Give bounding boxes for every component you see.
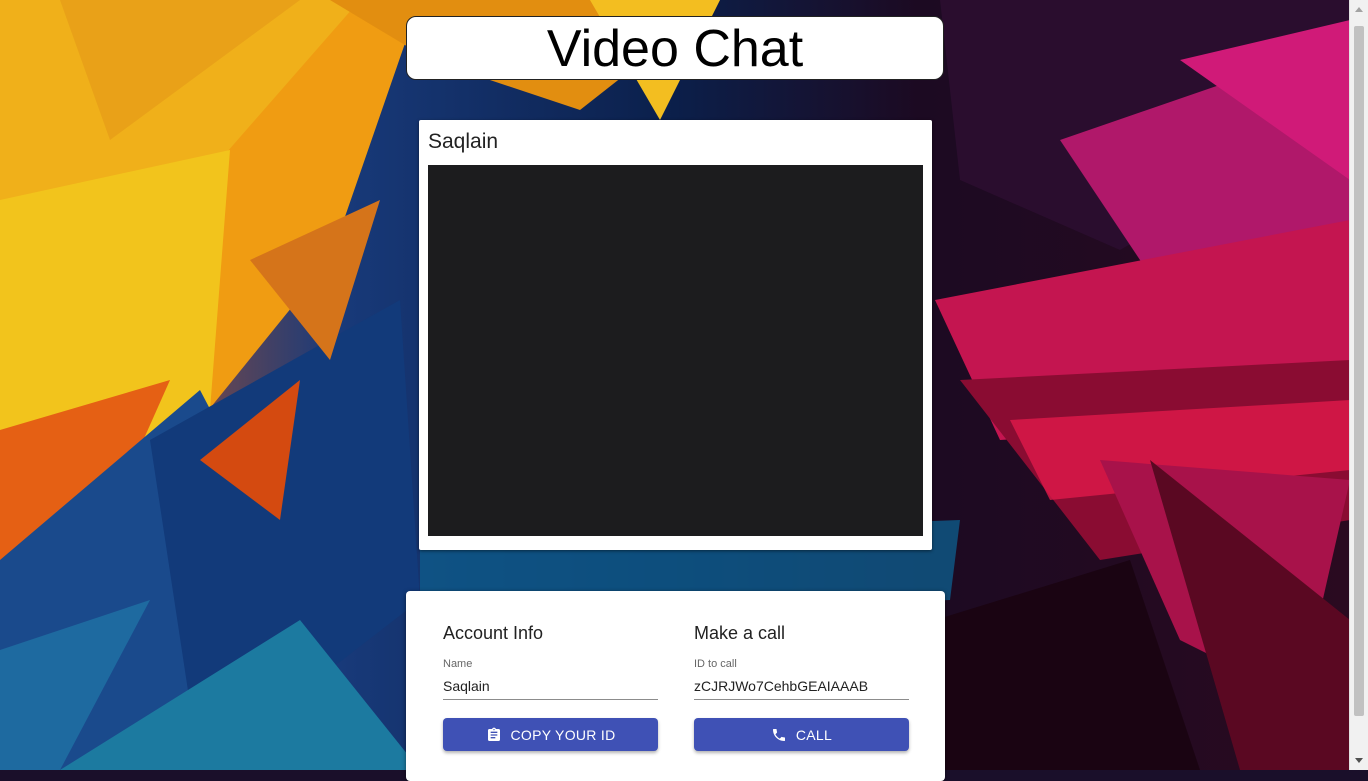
page-title: Video Chat	[546, 20, 804, 78]
name-label: Name	[443, 658, 473, 670]
account-info-section: Account Info Name COPY YOUR ID	[443, 621, 658, 751]
video-card: Saqlain	[419, 120, 932, 550]
scroll-thumb[interactable]	[1354, 26, 1364, 716]
scroll-up-arrow-icon[interactable]	[1355, 7, 1363, 12]
name-input[interactable]	[443, 674, 658, 700]
clipboard-icon	[487, 727, 500, 741]
call-button-label: CALL	[795, 726, 833, 743]
make-call-heading: Make a call	[694, 623, 786, 643]
phone-icon	[772, 728, 785, 741]
id-to-call-input[interactable]	[694, 674, 909, 700]
options-panel: Account Info Name COPY YOUR ID Make a ca…	[406, 591, 945, 781]
copy-id-button[interactable]: COPY YOUR ID	[443, 718, 658, 751]
caller-name: Saqlain	[428, 130, 499, 153]
scroll-down-arrow-icon[interactable]	[1355, 758, 1363, 763]
title-banner: Video Chat	[406, 16, 944, 80]
make-call-section: Make a call ID to call CALL	[694, 621, 909, 751]
video-stream	[428, 165, 923, 536]
copy-id-button-label: COPY YOUR ID	[510, 726, 616, 743]
vertical-scrollbar[interactable]	[1349, 0, 1368, 770]
call-button[interactable]: CALL	[694, 718, 909, 751]
id-to-call-label: ID to call	[694, 658, 737, 670]
account-info-heading: Account Info	[443, 623, 544, 643]
